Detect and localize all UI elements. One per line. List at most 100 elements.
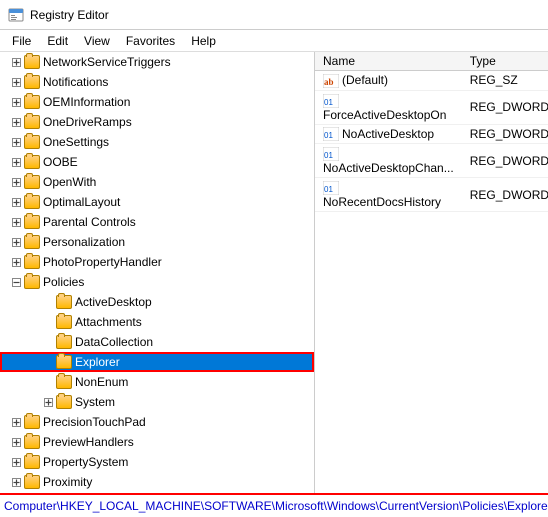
menu-bar: File Edit View Favorites Help — [0, 30, 548, 52]
tree-item-previewhandlers[interactable]: PreviewHandlers — [0, 432, 314, 452]
tree-item-nonenum[interactable]: NonEnum — [0, 372, 314, 392]
folder-icon — [24, 455, 40, 469]
tree-item-label: NetworkServiceTriggers — [43, 55, 171, 69]
expander-icon[interactable] — [8, 214, 24, 230]
expander-icon[interactable] — [40, 334, 56, 350]
tree-item-explorer[interactable]: Explorer — [0, 352, 314, 372]
main-content: NetworkServiceTriggers Notifications OEMIn… — [0, 52, 548, 493]
col-type: Type — [462, 52, 548, 71]
tree-item-oeminformation[interactable]: OEMInformation — [0, 92, 314, 112]
tree-item-networkservicetriggers[interactable]: NetworkServiceTriggers — [0, 52, 314, 72]
table-row[interactable]: 01ForceActiveDesktopOnREG_DWORD — [315, 90, 548, 124]
expander-icon[interactable] — [8, 474, 24, 490]
registry-table: Name Type Data ab(Default)REG_SZ01ForceA… — [315, 52, 548, 212]
tree-item-pushnotifications[interactable]: PushNotifications — [0, 492, 314, 493]
folder-icon — [24, 415, 40, 429]
tree-item-activedesktop[interactable]: ActiveDesktop — [0, 292, 314, 312]
tree-item-label: Policies — [43, 275, 84, 289]
reg-name: 01NoRecentDocsHistory — [315, 178, 462, 212]
folder-icon — [56, 375, 72, 389]
expander-icon[interactable] — [8, 74, 24, 90]
folder-icon — [24, 75, 40, 89]
title-bar: Registry Editor — [0, 0, 548, 30]
expander-icon[interactable] — [8, 134, 24, 150]
tree-item-precisiontouchpad[interactable]: PrecisionTouchPad — [0, 412, 314, 432]
tree-item-proximity[interactable]: Proximity — [0, 472, 314, 492]
folder-icon — [24, 275, 40, 289]
expander-icon[interactable] — [8, 194, 24, 210]
expander-icon[interactable] — [8, 94, 24, 110]
reg-name: 01NoActiveDesktop — [315, 124, 462, 144]
tree-item-parentalcontrols[interactable]: Parental Controls — [0, 212, 314, 232]
table-row[interactable]: ab(Default)REG_SZ — [315, 71, 548, 91]
menu-file[interactable]: File — [4, 32, 39, 49]
folder-icon — [24, 55, 40, 69]
reg-name: ab(Default) — [315, 71, 462, 91]
expander-icon[interactable] — [40, 294, 56, 310]
tree-item-optimallayout[interactable]: OptimalLayout — [0, 192, 314, 212]
folder-icon — [24, 435, 40, 449]
expander-icon[interactable] — [8, 454, 24, 470]
tree-item-label: PropertySystem — [43, 455, 128, 469]
tree-item-label: PrecisionTouchPad — [43, 415, 146, 429]
tree-item-attachments[interactable]: Attachments — [0, 312, 314, 332]
expander-icon[interactable] — [8, 274, 24, 290]
expander-icon[interactable] — [40, 374, 56, 390]
svg-text:ab: ab — [324, 77, 334, 87]
tree-item-photopropertyhandler[interactable]: PhotoPropertyHandler — [0, 252, 314, 272]
reg-type: REG_DWORD — [462, 178, 548, 212]
expander-icon[interactable] — [8, 414, 24, 430]
tree-item-label: ActiveDesktop — [75, 295, 152, 309]
tree-item-notifications[interactable]: Notifications — [0, 72, 314, 92]
tree-item-personalization[interactable]: Personalization — [0, 232, 314, 252]
expander-icon[interactable] — [8, 254, 24, 270]
reg-type: REG_DWORD — [462, 124, 548, 144]
tree-item-oobe[interactable]: OOBE — [0, 152, 314, 172]
tree-item-label: Notifications — [43, 75, 108, 89]
reg-type: REG_DWORD — [462, 90, 548, 124]
tree-item-label: NonEnum — [75, 375, 128, 389]
expander-icon[interactable] — [8, 154, 24, 170]
table-row[interactable]: 01NoActiveDesktopChan...REG_DWORD — [315, 144, 548, 178]
tree-item-label: Explorer — [75, 355, 120, 369]
menu-edit[interactable]: Edit — [39, 32, 76, 49]
reg-type: REG_DWORD — [462, 144, 548, 178]
table-row[interactable]: 01NoActiveDesktopREG_DWORD — [315, 124, 548, 144]
menu-view[interactable]: View — [76, 32, 118, 49]
tree-scroll[interactable]: NetworkServiceTriggers Notifications OEMIn… — [0, 52, 314, 493]
tree-item-label: OpenWith — [43, 175, 96, 189]
tree-item-label: System — [75, 395, 115, 409]
tree-item-system[interactable]: System — [0, 392, 314, 412]
tree-item-label: OEMInformation — [43, 95, 130, 109]
tree-item-onedriveramps[interactable]: OneDriveRamps — [0, 112, 314, 132]
folder-icon — [24, 135, 40, 149]
folder-icon — [56, 295, 72, 309]
menu-favorites[interactable]: Favorites — [118, 32, 183, 49]
tree-item-label: OOBE — [43, 155, 78, 169]
expander-icon[interactable] — [40, 354, 56, 370]
tree-item-label: Proximity — [43, 475, 92, 489]
expander-icon[interactable] — [8, 54, 24, 70]
tree-item-propertysystem[interactable]: PropertySystem — [0, 452, 314, 472]
tree-item-policies[interactable]: Policies — [0, 272, 314, 292]
menu-help[interactable]: Help — [183, 32, 224, 49]
expander-icon[interactable] — [8, 234, 24, 250]
folder-icon — [56, 395, 72, 409]
table-row[interactable]: 01NoRecentDocsHistoryREG_DWORD — [315, 178, 548, 212]
svg-text:01: 01 — [324, 151, 333, 160]
expander-icon[interactable] — [8, 174, 24, 190]
folder-icon — [24, 195, 40, 209]
expander-icon[interactable] — [8, 114, 24, 130]
tree-item-onesettings[interactable]: OneSettings — [0, 132, 314, 152]
right-pane[interactable]: Name Type Data ab(Default)REG_SZ01ForceA… — [315, 52, 548, 493]
svg-text:01: 01 — [324, 131, 333, 140]
tree-item-openwith[interactable]: OpenWith — [0, 172, 314, 192]
folder-icon — [56, 315, 72, 329]
expander-icon[interactable] — [8, 434, 24, 450]
folder-icon — [24, 235, 40, 249]
expander-icon[interactable] — [40, 394, 56, 410]
folder-icon — [24, 215, 40, 229]
expander-icon[interactable] — [40, 314, 56, 330]
tree-item-datacollection[interactable]: DataCollection — [0, 332, 314, 352]
folder-icon — [56, 355, 72, 369]
